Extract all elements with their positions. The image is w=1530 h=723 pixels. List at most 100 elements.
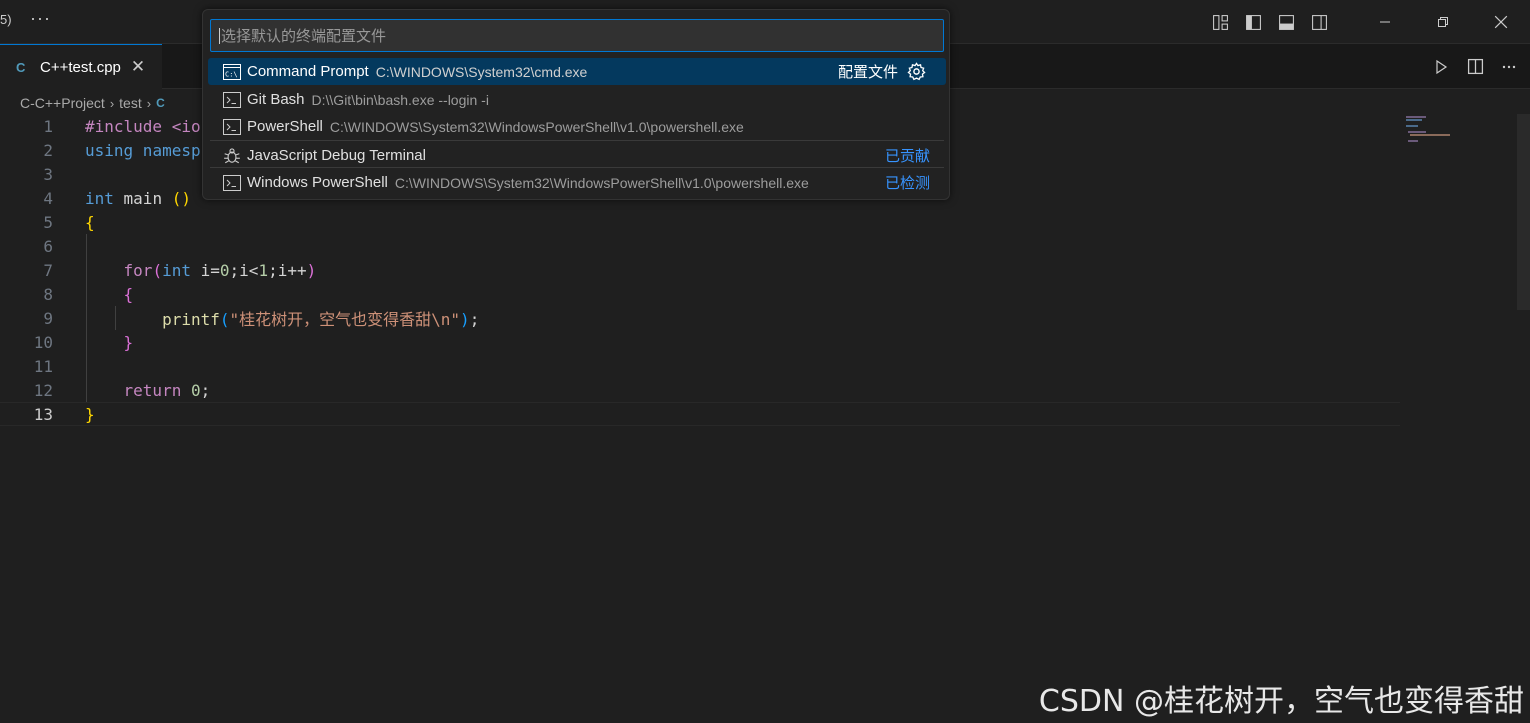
terminal-profile-quick-pick: 选择默认的终端配置文件 C:\ Command Prompt C:\WINDOW… <box>202 9 950 200</box>
code-line: 7 for(int i=0;i<1;i++) <box>0 258 1400 282</box>
code-token: int <box>85 188 114 208</box>
run-icon[interactable] <box>1430 56 1452 78</box>
line-number: 3 <box>43 164 53 184</box>
profile-path: C:\WINDOWS\System32\cmd.exe <box>375 63 588 80</box>
terminal-cmd-icon: C:\ <box>222 63 242 80</box>
code-token: ( <box>219 310 230 329</box>
minimap-line <box>1406 125 1418 127</box>
tab-cpp-file[interactable]: C C++test.cpp ✕ <box>0 44 162 89</box>
code-line: 12 return 0; <box>0 378 1400 402</box>
profile-item-git-bash[interactable]: Git Bash D:\\Git\bin\bash.exe --login -i <box>208 86 946 113</box>
profile-path: C:\WINDOWS\System32\WindowsPowerShell\v1… <box>394 174 809 191</box>
cpp-file-icon: C <box>16 59 26 75</box>
title-edge-text: 5) <box>0 12 12 27</box>
code-token: main <box>113 188 172 208</box>
current-code-line: 13 } <box>0 402 1400 426</box>
code-token: int <box>162 260 191 280</box>
code-line: 6 <box>0 234 1400 258</box>
minimap-line <box>1408 131 1426 133</box>
code-token: 0 <box>190 380 201 400</box>
code-token: "桂花树开，空气也变得香甜\n" <box>229 310 461 329</box>
code-token: } <box>123 332 134 352</box>
code-token: } <box>85 404 95 424</box>
quick-pick-input[interactable]: 选择默认的终端配置文件 <box>210 19 944 52</box>
configure-profile-label: 配置文件 <box>837 64 898 81</box>
profile-item-windows-powershell[interactable]: Windows PowerShell C:\WINDOWS\System32\W… <box>208 169 946 196</box>
line-number: 8 <box>43 284 53 304</box>
terminal-icon <box>222 118 242 135</box>
code-token: ;i++ <box>268 260 307 280</box>
tab-label: C++test.cpp <box>40 58 121 76</box>
code-token: { <box>123 284 134 304</box>
code-token: ( <box>152 260 163 280</box>
code-line: 11 <box>0 354 1400 378</box>
breadcrumb-file[interactable]: test <box>119 95 142 111</box>
code-token: { <box>85 212 95 232</box>
profile-label: PowerShell <box>247 118 323 135</box>
line-number: 11 <box>33 356 53 376</box>
close-window-icon[interactable] <box>1472 0 1530 44</box>
window-controls <box>1204 0 1530 44</box>
line-number: 1 <box>43 116 53 136</box>
separator <box>210 140 944 141</box>
toggle-panel-icon[interactable] <box>1270 0 1303 44</box>
profile-label: Windows PowerShell <box>247 174 388 191</box>
contributed-badge: 已贡献 <box>884 148 930 165</box>
minimap-line <box>1406 119 1422 121</box>
split-editor-icon[interactable] <box>1464 56 1486 78</box>
minimap-line <box>1406 116 1426 118</box>
text-caret <box>219 27 220 44</box>
line-number: 7 <box>43 260 53 280</box>
line-number: 10 <box>33 332 53 352</box>
csdn-watermark: CSDN @桂花树开，空气也变得香甜 <box>1038 684 1524 719</box>
customize-layout-icon[interactable] <box>1204 0 1237 44</box>
profile-item-command-prompt[interactable]: C:\ Command Prompt C:\WINDOWS\System32\c… <box>208 58 946 85</box>
code-editor[interactable]: 1 #include <io 2 using namesp 3 4 int ma… <box>0 114 1400 714</box>
toggle-primary-sidebar-icon[interactable] <box>1237 0 1270 44</box>
chevron-right-icon: › <box>146 95 152 111</box>
line-number: 13 <box>33 404 53 424</box>
profile-item-javascript-debug-terminal[interactable]: JavaScript Debug Terminal 已贡献 <box>208 142 946 169</box>
code-line: 5 { <box>0 210 1400 234</box>
code-token: ) <box>460 310 470 329</box>
code-token: ; <box>200 380 211 400</box>
profile-label: Command Prompt <box>247 63 369 80</box>
breadcrumb: C-C++Project › test › C <box>20 92 165 114</box>
line-number: 6 <box>43 236 53 256</box>
editor-actions <box>1430 44 1520 89</box>
code-token: namesp <box>133 140 201 160</box>
quick-pick-placeholder: 选择默认的终端配置文件 <box>221 28 387 45</box>
line-number: 12 <box>33 380 53 400</box>
minimap-line <box>1410 134 1450 136</box>
cpp-file-icon: C <box>156 96 165 110</box>
code-token: ;i< <box>229 260 259 280</box>
code-token: i= <box>190 260 220 280</box>
minimize-icon[interactable] <box>1356 0 1414 44</box>
line-number: 5 <box>43 212 53 232</box>
terminal-icon <box>222 174 242 191</box>
profile-label: Git Bash <box>247 91 305 108</box>
code-token: ; <box>469 310 480 329</box>
minimap[interactable] <box>1404 114 1464 154</box>
code-token: 0 <box>219 260 230 280</box>
close-icon[interactable]: ✕ <box>131 57 145 77</box>
toggle-secondary-sidebar-icon[interactable] <box>1303 0 1336 44</box>
vertical-scrollbar[interactable] <box>1517 114 1530 310</box>
line-number: 4 <box>43 188 53 208</box>
breadcrumb-folder[interactable]: C-C++Project <box>20 95 105 111</box>
code-token: for <box>123 260 153 280</box>
more-actions-button[interactable]: ··· <box>30 8 51 29</box>
line-number: 2 <box>43 140 53 160</box>
terminal-icon <box>222 91 242 108</box>
restore-icon[interactable] <box>1414 0 1472 44</box>
gear-icon[interactable] <box>907 62 926 85</box>
profile-item-powershell[interactable]: PowerShell C:\WINDOWS\System32\WindowsPo… <box>208 113 946 140</box>
svg-text:C:\: C:\ <box>225 70 238 78</box>
chevron-right-icon: › <box>109 95 115 111</box>
more-editor-actions-icon[interactable] <box>1498 56 1520 78</box>
code-token: using <box>85 140 134 160</box>
profile-path: C:\WINDOWS\System32\WindowsPowerShell\v1… <box>329 118 744 135</box>
profile-path: D:\\Git\bin\bash.exe --login -i <box>311 91 489 108</box>
code-token: printf <box>162 310 220 329</box>
